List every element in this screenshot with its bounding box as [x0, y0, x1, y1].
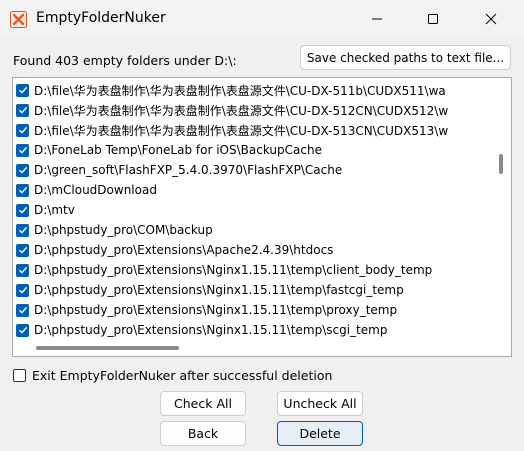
folder-path: D:\phpstudy_pro\COM\backup	[34, 223, 213, 237]
folder-path: D:\phpstudy_pro\Extensions\Nginx1.15.11\…	[34, 283, 404, 297]
folder-path: D:\phpstudy_pro\Extensions\Nginx1.15.11\…	[34, 303, 398, 317]
checkmark-icon	[18, 146, 27, 154]
checkmark-icon	[18, 286, 27, 294]
check-all-button[interactable]: Check All	[160, 391, 246, 416]
checkmark-icon	[18, 226, 27, 234]
folder-checkbox[interactable]	[16, 123, 29, 137]
folder-row[interactable]: D:\file\华为表盘制作\华为表盘制作\表盘源文件\CU-DX-512CN\…	[13, 100, 491, 120]
folder-row[interactable]: D:\FoneLab Temp\FoneLab for iOS\BackupCa…	[13, 140, 491, 160]
back-button[interactable]: Back	[160, 421, 246, 446]
uncheck-all-button[interactable]: Uncheck All	[277, 391, 363, 416]
folder-checkbox[interactable]	[16, 303, 29, 317]
checkmark-icon	[18, 186, 27, 194]
checkmark-icon	[18, 246, 27, 254]
folder-row[interactable]: D:\phpstudy_pro\Extensions\Apache2.4.39\…	[13, 240, 491, 260]
folder-checkbox[interactable]	[16, 103, 29, 117]
folder-checkbox[interactable]	[16, 203, 29, 217]
checkmark-icon	[18, 206, 27, 214]
folder-checkbox[interactable]	[16, 283, 29, 297]
folder-checkbox[interactable]	[16, 223, 29, 237]
folder-row[interactable]: D:\mtv	[13, 200, 491, 220]
checkmark-icon	[18, 326, 27, 334]
folder-path: D:\mCloudDownload	[34, 183, 157, 197]
maximize-icon	[428, 14, 438, 24]
folder-checkbox[interactable]	[16, 263, 29, 277]
folder-row[interactable]: D:\phpstudy_pro\COM\backup	[13, 220, 491, 240]
folder-row[interactable]: D:\phpstudy_pro\Extensions\Nginx1.15.11\…	[13, 300, 491, 320]
folder-path: D:\mtv	[34, 203, 75, 217]
folder-row[interactable]: D:\mCloudDownload	[13, 180, 491, 200]
exit-checkbox[interactable]	[13, 369, 26, 382]
horizontal-scrollbar[interactable]	[13, 340, 511, 356]
found-folders-label: Found 403 empty folders under D:\:	[13, 53, 237, 68]
folder-path: D:\phpstudy_pro\Extensions\Apache2.4.39\…	[34, 243, 334, 257]
vertical-scrollbar[interactable]	[491, 78, 511, 340]
save-paths-button[interactable]: Save checked paths to text file...	[300, 45, 511, 70]
minimize-icon	[372, 18, 382, 20]
folder-checkbox[interactable]	[16, 143, 29, 157]
title-bar: EmptyFolderNuker	[0, 0, 524, 38]
folder-row[interactable]: D:\phpstudy_pro\Extensions\Nginx1.15.11\…	[13, 260, 491, 280]
exit-option[interactable]: Exit EmptyFolderNuker after successful d…	[13, 368, 332, 383]
folder-row[interactable]: D:\phpstudy_pro\Extensions\Nginx1.15.11\…	[13, 320, 491, 340]
folder-checkbox[interactable]	[16, 183, 29, 197]
checkmark-icon	[18, 86, 27, 94]
folder-path: D:\phpstudy_pro\Extensions\Nginx1.15.11\…	[34, 323, 388, 337]
delete-button[interactable]: Delete	[277, 421, 363, 446]
close-icon	[485, 13, 497, 25]
folder-path: D:\file\华为表盘制作\华为表盘制作\表盘源文件\CU-DX-513CN\…	[34, 123, 449, 138]
exit-label: Exit EmptyFolderNuker after successful d…	[32, 368, 333, 383]
checkmark-icon	[18, 266, 27, 274]
checkmark-icon	[18, 306, 27, 314]
folder-checkbox[interactable]	[16, 243, 29, 257]
folder-row[interactable]: D:\file\华为表盘制作\华为表盘制作\表盘源文件\CU-DX-513CN\…	[13, 120, 491, 140]
checkmark-icon	[18, 166, 27, 174]
folder-row[interactable]: D:\file\华为表盘制作\华为表盘制作\表盘源文件\CU-DX-511b\C…	[13, 80, 491, 100]
folder-list[interactable]: D:\file\华为表盘制作\华为表盘制作\表盘源文件\CU-DX-511b\C…	[12, 77, 512, 357]
vertical-scroll-thumb[interactable]	[499, 154, 503, 174]
folder-path: D:\green_soft\FlashFXP_5.4.0.3970\FlashF…	[34, 163, 343, 177]
folder-path: D:\file\华为表盘制作\华为表盘制作\表盘源文件\CU-DX-512CN\…	[34, 103, 449, 118]
folder-row[interactable]: D:\green_soft\FlashFXP_5.4.0.3970\FlashF…	[13, 160, 491, 180]
folder-checkbox[interactable]	[16, 83, 29, 97]
close-button[interactable]	[468, 0, 514, 38]
checkmark-icon	[18, 126, 27, 134]
window-title: EmptyFolderNuker	[36, 10, 166, 26]
folder-row[interactable]: D:\phpstudy_pro\Extensions\Nginx1.15.11\…	[13, 280, 491, 300]
horizontal-scroll-thumb[interactable]	[36, 346, 179, 350]
minimize-button[interactable]	[354, 0, 400, 38]
folder-checkbox[interactable]	[16, 163, 29, 177]
folder-checkbox[interactable]	[16, 323, 29, 337]
app-x-icon	[10, 11, 27, 28]
folder-rows: D:\file\华为表盘制作\华为表盘制作\表盘源文件\CU-DX-511b\C…	[13, 80, 491, 340]
folder-path: D:\phpstudy_pro\Extensions\Nginx1.15.11\…	[34, 263, 433, 277]
checkmark-icon	[18, 106, 27, 114]
folder-path: D:\FoneLab Temp\FoneLab for iOS\BackupCa…	[34, 143, 322, 157]
folder-path: D:\file\华为表盘制作\华为表盘制作\表盘源文件\CU-DX-511b\C…	[34, 83, 446, 98]
maximize-button[interactable]	[410, 0, 456, 38]
